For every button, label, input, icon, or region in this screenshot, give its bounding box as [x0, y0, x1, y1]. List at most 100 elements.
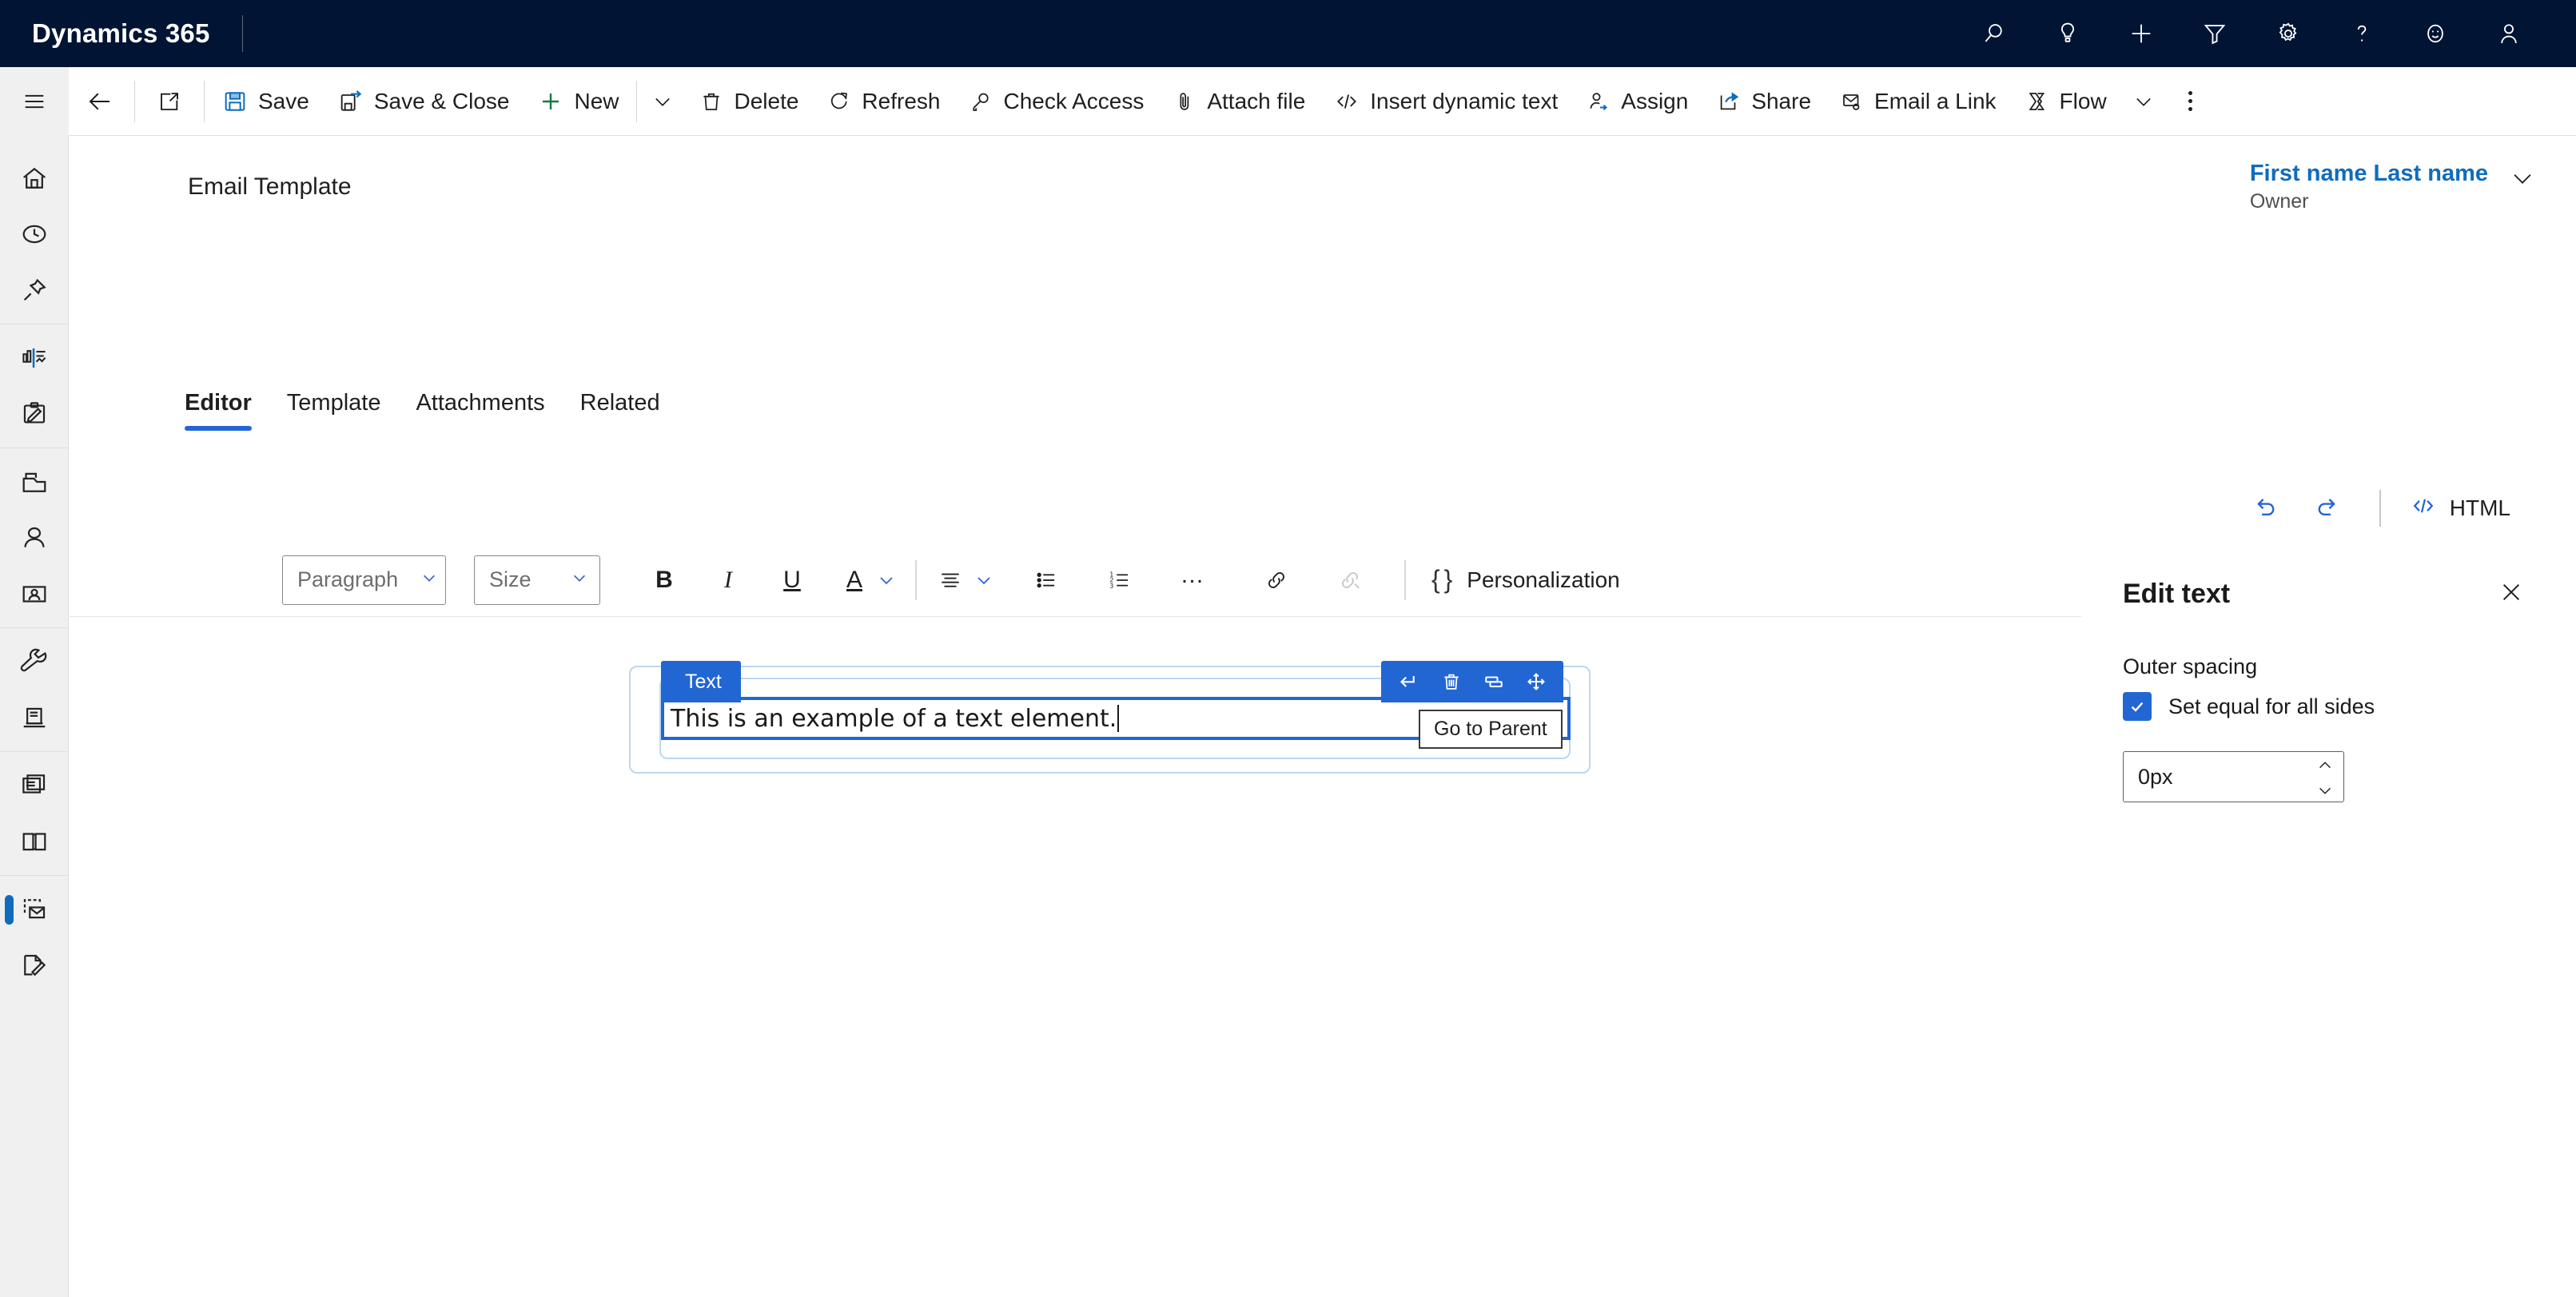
attach-file-button[interactable]: Attach file — [1158, 67, 1320, 136]
email-canvas[interactable]: This is an example of a text element. Te… — [70, 617, 2081, 1297]
owner-block[interactable]: First name Last name Owner — [2250, 158, 2536, 214]
rail-item-home[interactable] — [0, 150, 69, 206]
chevron-down-icon[interactable] — [872, 571, 901, 590]
back-button[interactable] — [69, 67, 131, 136]
stepper-down-icon[interactable] — [2316, 778, 2334, 802]
go-to-parent-button[interactable] — [1388, 661, 1430, 702]
rail-item-email-templates[interactable] — [0, 881, 69, 937]
font-color-button[interactable]: A — [837, 555, 872, 606]
duplicate-element-button[interactable] — [1472, 661, 1515, 702]
rail-item-contacts[interactable] — [0, 510, 69, 566]
redo-button[interactable] — [2296, 483, 2359, 533]
stepper-arrows[interactable] — [2316, 751, 2334, 802]
assign-button[interactable]: Assign — [1572, 67, 1702, 136]
filter-icon[interactable] — [2178, 0, 2252, 67]
chevron-down-icon — [420, 567, 438, 592]
plus-icon[interactable] — [2104, 0, 2178, 67]
tab-related[interactable]: Related — [563, 390, 678, 431]
delete-element-button[interactable] — [1430, 661, 1472, 702]
rail-item-pinned[interactable] — [0, 262, 69, 318]
underline-button[interactable]: U — [766, 555, 818, 606]
new-chevron-down-icon[interactable] — [640, 67, 685, 136]
html-view-button[interactable]: HTML — [2402, 483, 2518, 533]
more-vertical-icon — [2188, 91, 2193, 111]
numbered-list-button[interactable]: 1 2 3 — [1094, 555, 1145, 606]
move-element-button[interactable] — [1515, 661, 1557, 702]
rail-item-document-templates[interactable] — [0, 937, 69, 993]
tab-attachments[interactable]: Attachments — [398, 390, 562, 431]
chevron-down-icon[interactable] — [969, 571, 998, 590]
editor-top-controls: HTML — [2234, 483, 2518, 533]
rail-item-knowledge[interactable] — [0, 690, 69, 746]
user-avatar-icon[interactable] — [2472, 0, 2546, 67]
rail-item-activities[interactable] — [0, 386, 69, 442]
save-and-close-button[interactable]: Save & Close — [324, 67, 524, 136]
popout-button[interactable] — [138, 67, 201, 136]
outer-spacing-stepper[interactable]: 0px — [2123, 751, 2344, 802]
command-overflow-button[interactable] — [2166, 67, 2216, 136]
rail-item-leads[interactable] — [0, 566, 69, 622]
flow-button[interactable]: Flow — [2011, 67, 2121, 136]
refresh-label: Refresh — [862, 88, 941, 113]
rail-divider — [0, 751, 68, 752]
bulleted-list-button[interactable] — [1021, 555, 1072, 606]
more-formatting-button[interactable]: … — [1168, 555, 1219, 606]
stepper-up-icon[interactable] — [2316, 751, 2334, 776]
search-icon[interactable] — [1957, 0, 2031, 67]
email-a-link-button[interactable]: Email a Link — [1825, 67, 2011, 136]
bold-button[interactable]: B — [639, 555, 690, 606]
undo-button[interactable] — [2234, 483, 2296, 533]
align-button[interactable] — [931, 555, 969, 606]
tab-template[interactable]: Template — [269, 390, 399, 431]
rail-item-accounts[interactable] — [0, 454, 69, 510]
sitemap-hamburger[interactable] — [0, 66, 69, 136]
command-bar: Save Save & Close New Delete Refresh Che… — [0, 66, 2576, 136]
set-equal-checkbox[interactable] — [2123, 692, 2152, 721]
key-icon — [969, 90, 993, 113]
rail-item-library[interactable] — [0, 814, 69, 869]
gear-icon[interactable] — [2252, 0, 2325, 67]
italic-button[interactable]: I — [703, 555, 754, 606]
font-size-select[interactable]: Size — [474, 555, 600, 605]
save-button[interactable]: Save — [208, 67, 324, 136]
text-element-content[interactable]: This is an example of a text element. — [664, 705, 1117, 733]
smiley-icon[interactable] — [2399, 0, 2472, 67]
outer-spacing-label: Outer spacing — [2123, 654, 2258, 678]
font-color-control[interactable]: A — [837, 555, 901, 606]
outer-spacing-value[interactable]: 0px — [2138, 765, 2173, 790]
owner-chevron-down-icon[interactable] — [2509, 165, 2536, 196]
toolbar-divider — [915, 559, 917, 600]
check-access-button[interactable]: Check Access — [954, 67, 1158, 136]
app-header: Dynamics 365 — [0, 0, 2576, 67]
refresh-button[interactable]: Refresh — [813, 67, 954, 136]
header-actions — [1957, 0, 2576, 67]
paragraph-style-select[interactable]: Paragraph — [282, 555, 446, 605]
flow-chevron-down-icon[interactable] — [2121, 67, 2166, 136]
owner-name[interactable]: First name Last name — [2250, 158, 2488, 189]
personalization-button[interactable]: { } Personalization — [1420, 565, 1631, 595]
envelope-link-icon — [1840, 90, 1864, 113]
svg-text:3: 3 — [1109, 582, 1113, 589]
rail-item-recent[interactable] — [0, 206, 69, 262]
question-icon[interactable] — [2325, 0, 2399, 67]
align-control[interactable] — [931, 555, 998, 606]
close-icon[interactable] — [2498, 579, 2525, 610]
italic-label: I — [724, 566, 732, 593]
font-color-label: A — [846, 566, 862, 593]
rail-item-cases[interactable] — [0, 634, 69, 690]
tab-editor[interactable]: Editor — [167, 390, 269, 431]
delete-button[interactable]: Delete — [685, 67, 813, 136]
delete-label: Delete — [734, 88, 799, 113]
rail-divider — [0, 627, 68, 628]
rail-item-dashboards[interactable] — [0, 330, 69, 386]
new-button[interactable]: New — [524, 67, 633, 136]
lightbulb-icon[interactable] — [2031, 0, 2104, 67]
share-icon — [1717, 90, 1741, 113]
insert-dynamic-text-button[interactable]: Insert dynamic text — [1320, 67, 1572, 136]
command-separator — [204, 80, 205, 122]
share-button[interactable]: Share — [1702, 67, 1825, 136]
set-equal-all-sides-row[interactable]: Set equal for all sides — [2123, 692, 2525, 721]
rail-item-articles[interactable] — [0, 758, 69, 814]
insert-link-button[interactable] — [1251, 555, 1302, 606]
attach-file-label: Attach file — [1207, 88, 1306, 113]
